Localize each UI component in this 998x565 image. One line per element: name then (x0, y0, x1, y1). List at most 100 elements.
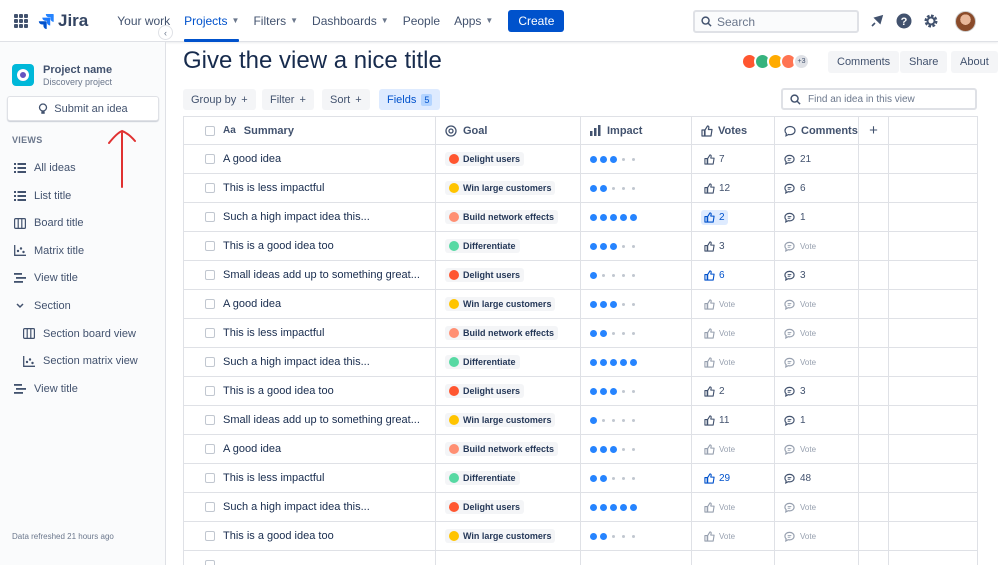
sort-button[interactable]: Sort + (322, 89, 370, 110)
votes-cell[interactable]: 29 (692, 464, 775, 492)
vote-button[interactable]: Vote (701, 442, 738, 457)
app-switcher-icon[interactable] (14, 13, 28, 28)
goal-cell[interactable]: Differentiate (436, 232, 581, 260)
select-all-checkbox[interactable] (205, 125, 215, 136)
row-checkbox[interactable] (205, 531, 215, 541)
search-input[interactable]: Search (693, 10, 859, 33)
fields-button[interactable]: Fields 5 (379, 89, 441, 110)
sidebar-view-item[interactable]: View title (14, 268, 78, 288)
summary-cell[interactable]: This is less impactful (184, 174, 436, 202)
table-row[interactable]: Small ideas add up to something great...… (184, 406, 977, 435)
impact-cell[interactable] (581, 435, 692, 463)
vote-button[interactable]: Vote (701, 355, 738, 370)
table-row[interactable]: This is a good idea too Delight users 2 3 (184, 377, 977, 406)
goal-cell[interactable]: Win large customers (436, 406, 581, 434)
summary-cell[interactable]: Such a high impact idea this... (184, 348, 436, 376)
row-checkbox[interactable] (205, 560, 215, 565)
impact-cell[interactable] (581, 493, 692, 521)
summary-cell[interactable]: This is less impactful (184, 319, 436, 347)
vote-button[interactable]: 2 (701, 384, 728, 399)
impact-cell[interactable] (581, 551, 692, 565)
votes-cell[interactable]: 3 (692, 232, 775, 260)
row-checkbox[interactable] (205, 154, 215, 164)
collapse-sidebar-button[interactable]: ‹ (158, 25, 173, 40)
summary-cell[interactable]: This is less impactful (184, 464, 436, 492)
summary-cell[interactable]: Small ideas add up to something great... (184, 261, 436, 289)
table-row[interactable]: This is a good idea too Win large custome… (184, 522, 977, 551)
table-row[interactable]: Such a high impact idea this... Different… (184, 348, 977, 377)
filter-button[interactable]: Filter + (262, 89, 314, 110)
votes-cell[interactable]: 7 (692, 145, 775, 173)
votes-cell[interactable]: Vote (692, 319, 775, 347)
table-row[interactable]: Such a high impact idea this... Delight u… (184, 493, 977, 522)
summary-cell[interactable]: This is a good idea too (184, 522, 436, 550)
summary-cell[interactable]: A good idea (184, 435, 436, 463)
column-summary[interactable]: Aa Summary (184, 117, 436, 144)
row-checkbox[interactable] (205, 183, 215, 193)
summary-cell[interactable]: Such a high impact idea this... (184, 203, 436, 231)
column-comments[interactable]: Comments (775, 117, 859, 144)
vote-button[interactable]: 2 (701, 209, 728, 225)
user-avatar[interactable] (955, 11, 976, 32)
sidebar-view-item[interactable]: Matrix title (14, 241, 84, 261)
submit-idea-button[interactable]: Submit an idea (7, 96, 159, 121)
votes-cell[interactable]: Vote (692, 435, 775, 463)
vote-button[interactable]: 7 (701, 152, 728, 167)
table-row[interactable]: A good idea Delight users 7 21 (184, 145, 977, 174)
row-checkbox[interactable] (205, 444, 215, 454)
sidebar-view-item[interactable]: Section (14, 296, 71, 316)
vote-button[interactable]: 12 (701, 181, 733, 196)
votes-cell[interactable]: 12 (692, 174, 775, 202)
goal-cell[interactable]: Delight users (436, 261, 581, 289)
summary-cell[interactable]: A good idea (184, 290, 436, 318)
nav-item-projects[interactable]: Projects ▼ (177, 0, 246, 42)
row-checkbox[interactable] (205, 241, 215, 251)
goal-cell[interactable]: Win large customers (436, 290, 581, 318)
settings-icon[interactable] (923, 13, 939, 29)
votes-cell[interactable]: Vote (692, 493, 775, 521)
comments-cell[interactable]: 3 (775, 377, 859, 405)
votes-cell[interactable]: 2 (692, 203, 775, 231)
project-header[interactable]: Project name Discovery project (12, 64, 112, 87)
impact-cell[interactable] (581, 377, 692, 405)
impact-cell[interactable] (581, 522, 692, 550)
goal-cell[interactable]: Win large customers (436, 174, 581, 202)
goal-cell[interactable]: Delight users (436, 377, 581, 405)
find-idea-input[interactable]: Find an idea in this view (781, 88, 977, 110)
goal-cell[interactable]: Build network effects (436, 319, 581, 347)
sidebar-view-item[interactable]: Section board view (23, 324, 136, 344)
table-row[interactable]: Small ideas add up to something great...… (184, 261, 977, 290)
impact-cell[interactable] (581, 348, 692, 376)
comments-cell[interactable]: Vote (775, 319, 859, 347)
goal-cell[interactable]: Win large customers (436, 522, 581, 550)
create-button[interactable]: Create (508, 9, 565, 32)
row-checkbox[interactable] (205, 212, 215, 222)
summary-cell[interactable]: This is a good idea too (184, 232, 436, 260)
sidebar-view-item[interactable]: View title (14, 379, 78, 399)
goal-cell[interactable]: Build network effects (436, 435, 581, 463)
table-row[interactable] (184, 551, 977, 565)
nav-item-apps[interactable]: Apps ▼ (447, 0, 500, 42)
comments-cell[interactable]: 48 (775, 464, 859, 492)
comments-cell[interactable]: Vote (775, 290, 859, 318)
group-by-button[interactable]: Group by + (183, 89, 256, 110)
vote-button[interactable]: 3 (701, 239, 728, 254)
impact-cell[interactable] (581, 406, 692, 434)
votes-cell[interactable]: 11 (692, 406, 775, 434)
add-column-button[interactable]: + (859, 117, 889, 144)
row-checkbox[interactable] (205, 415, 215, 425)
nav-item-dashboards[interactable]: Dashboards ▼ (305, 0, 396, 42)
impact-cell[interactable] (581, 145, 692, 173)
table-row[interactable]: A good idea Build network effects Vote Vote (184, 435, 977, 464)
vote-button[interactable]: 29 (701, 471, 733, 486)
help-icon[interactable]: ? (896, 13, 912, 29)
share-button[interactable]: Share (900, 51, 948, 73)
votes-cell[interactable]: Vote (692, 348, 775, 376)
impact-cell[interactable] (581, 203, 692, 231)
comments-cell[interactable]: 21 (775, 145, 859, 173)
row-checkbox[interactable] (205, 299, 215, 309)
column-impact[interactable]: Impact (581, 117, 692, 144)
vote-button[interactable]: Vote (701, 529, 738, 544)
summary-cell[interactable]: A good idea (184, 145, 436, 173)
goal-cell[interactable]: Build network effects (436, 203, 581, 231)
